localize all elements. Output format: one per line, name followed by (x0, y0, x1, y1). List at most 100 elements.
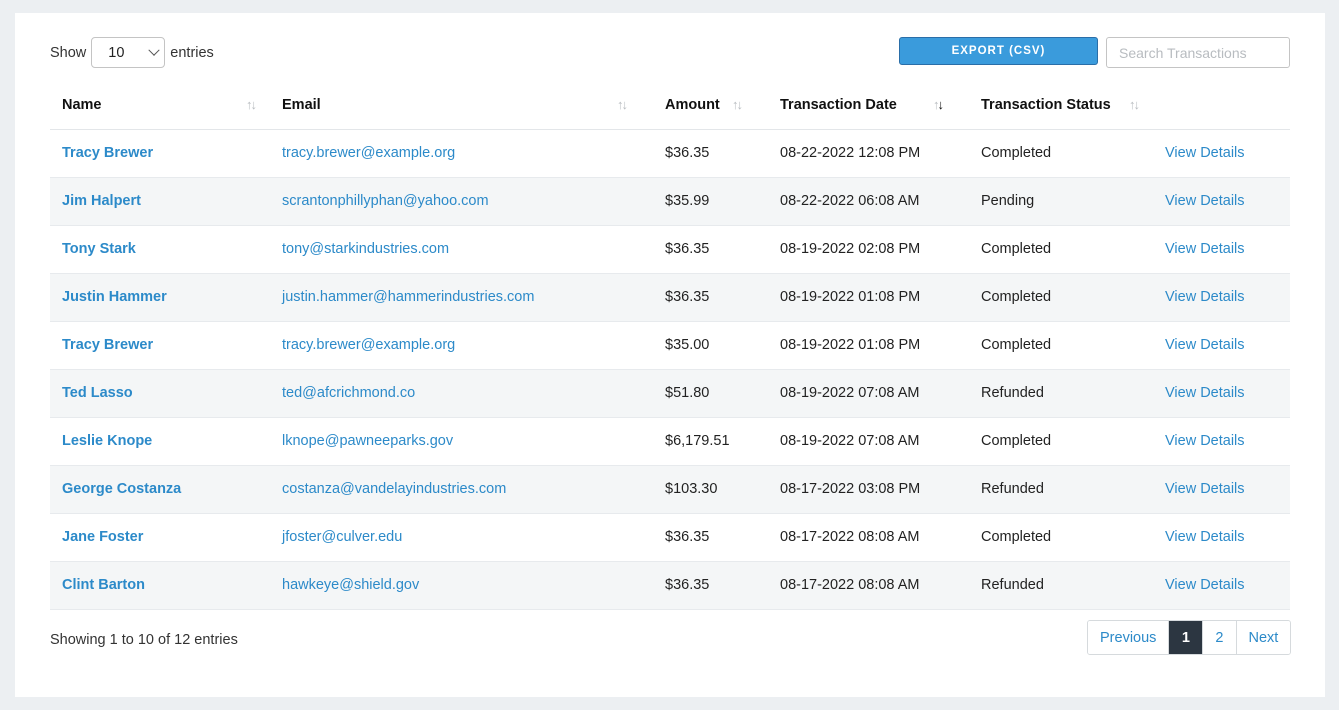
view-details-cell: View Details (1153, 129, 1290, 178)
email-link[interactable]: lknope@pawneeparks.gov (282, 433, 453, 449)
email-link[interactable]: ted@afcrichmond.co (282, 385, 415, 401)
view-details-cell: View Details (1153, 465, 1290, 514)
pagination-page-1[interactable]: 1 (1168, 621, 1203, 654)
name-link[interactable]: Tracy Brewer (62, 337, 153, 353)
search-transactions-input[interactable] (1106, 37, 1290, 68)
name-link[interactable]: Tracy Brewer (62, 145, 153, 161)
table-header-row: Name ↑↓ Email ↑↓ Amount ↑↓ Transaction D… (50, 82, 1290, 130)
view-details-cell: View Details (1153, 273, 1290, 322)
transaction-date-cell: 08-19-2022 07:08 AM (768, 417, 969, 466)
transaction-status-cell: Refunded (981, 385, 1044, 401)
transaction-status-cell: Completed (969, 417, 1153, 466)
email-link[interactable]: tracy.brewer@example.org (282, 145, 455, 161)
transaction-status-cell: Refunded (969, 369, 1153, 418)
entries-label: entries (170, 44, 214, 61)
amount-cell: $35.99 (653, 177, 768, 226)
name-link[interactable]: Ted Lasso (62, 385, 133, 401)
email-link[interactable]: tracy.brewer@example.org (282, 337, 455, 353)
amount-cell: $36.35 (665, 529, 710, 545)
name-cell: Tony Stark (50, 225, 270, 274)
view-details-link[interactable]: View Details (1165, 337, 1245, 353)
transaction-status-cell: Completed (981, 289, 1052, 305)
transaction-date-cell: 08-22-2022 12:08 PM (768, 129, 969, 178)
view-details-link[interactable]: View Details (1165, 241, 1245, 257)
name-cell: George Costanza (50, 465, 270, 514)
view-details-link[interactable]: View Details (1165, 145, 1245, 161)
email-link[interactable]: jfoster@culver.edu (282, 529, 402, 545)
amount-cell: $36.35 (653, 225, 768, 274)
view-details-cell: View Details (1153, 417, 1290, 466)
table-row: Tracy Brewer tracy.brewer@example.org $35.… (50, 321, 1290, 370)
view-details-link[interactable]: View Details (1165, 529, 1245, 545)
email-cell: tracy.brewer@example.org (270, 129, 653, 178)
name-link[interactable]: Clint Barton (62, 577, 145, 593)
amount-cell: $36.35 (665, 145, 710, 161)
table-row: Justin Hammer justin.hammer@hammerindustr… (50, 273, 1290, 322)
amount-cell: $51.80 (653, 369, 768, 418)
name-link[interactable]: Leslie Knope (62, 433, 152, 449)
transaction-date-cell: 08-19-2022 02:08 PM (768, 225, 969, 274)
name-link[interactable]: Jim Halpert (62, 193, 141, 209)
name-cell: Tracy Brewer (50, 129, 270, 178)
amount-cell: $35.00 (653, 321, 768, 370)
amount-cell: $35.00 (665, 337, 710, 353)
transaction-status-cell: Refunded (969, 561, 1153, 610)
pagination-next[interactable]: Next (1235, 621, 1291, 654)
name-link[interactable]: George Costanza (62, 481, 181, 497)
name-link[interactable]: Tony Stark (62, 241, 136, 257)
email-cell: tracy.brewer@example.org (270, 321, 653, 370)
view-details-link[interactable]: View Details (1165, 289, 1245, 305)
name-link[interactable]: Justin Hammer (62, 289, 167, 305)
column-header-email[interactable]: Email ↑↓ (270, 82, 653, 130)
table-row: Tracy Brewer tracy.brewer@example.org $36.… (50, 129, 1290, 178)
view-details-link[interactable]: View Details (1165, 433, 1245, 449)
view-details-link[interactable]: View Details (1165, 385, 1245, 401)
view-details-link[interactable]: View Details (1165, 193, 1245, 209)
table-info: Showing 1 to 10 of 12 entries (50, 632, 238, 648)
name-cell: Clint Barton (50, 561, 270, 610)
email-cell: hawkeye@shield.gov (270, 561, 653, 610)
transaction-date-cell: 08-19-2022 01:08 PM (768, 273, 969, 322)
email-link[interactable]: costanza@vandelayindustries.com (282, 481, 506, 497)
export-csv-button[interactable]: EXPORT (CSV) (899, 37, 1098, 65)
pagination-previous[interactable]: Previous (1088, 621, 1169, 654)
column-header-actions (1153, 82, 1290, 130)
amount-cell: $35.99 (665, 193, 710, 209)
transaction-status-cell: Pending (981, 193, 1035, 209)
transaction-status-cell: Completed (981, 337, 1052, 353)
column-header-amount[interactable]: Amount ↑↓ (653, 82, 768, 130)
column-header-transaction-status[interactable]: Transaction Status ↑↓ (969, 82, 1153, 130)
email-link[interactable]: tony@starkindustries.com (282, 241, 449, 257)
transaction-date-cell: 08-19-2022 01:08 PM (780, 289, 921, 305)
amount-cell: $51.80 (665, 385, 710, 401)
entries-select-value: 10 (108, 44, 125, 61)
table-row: Ted Lasso ted@afcrichmond.co $51.80 08-19-2… (50, 369, 1290, 418)
view-details-cell: View Details (1153, 561, 1290, 610)
column-header-name[interactable]: Name ↑↓ (50, 82, 270, 130)
view-details-cell: View Details (1153, 177, 1290, 226)
email-cell: tony@starkindustries.com (270, 225, 653, 274)
table-row: Jane Foster jfoster@culver.edu $36.35 08-17… (50, 513, 1290, 562)
transaction-date-cell: 08-17-2022 03:08 PM (768, 465, 969, 514)
view-details-link[interactable]: View Details (1165, 577, 1245, 593)
sort-icon: ↑↓ (246, 97, 257, 112)
entries-length-control: Show 10 entries (50, 37, 214, 68)
name-link[interactable]: Jane Foster (62, 529, 143, 545)
column-header-transaction-date[interactable]: Transaction Date ↑↓ (768, 82, 969, 130)
transaction-status-cell: Completed (981, 529, 1052, 545)
email-link[interactable]: justin.hammer@hammerindustries.com (282, 289, 534, 305)
name-cell: Justin Hammer (50, 273, 270, 322)
name-cell: Jim Halpert (50, 177, 270, 226)
email-link[interactable]: hawkeye@shield.gov (282, 577, 419, 593)
table-row: Tony Stark tony@starkindustries.com $36.35… (50, 225, 1290, 274)
entries-select[interactable]: 10 (91, 37, 166, 68)
transaction-date-cell: 08-17-2022 03:08 PM (780, 481, 921, 497)
pagination-page-2[interactable]: 2 (1202, 621, 1236, 654)
view-details-link[interactable]: View Details (1165, 481, 1245, 497)
transaction-status-cell: Refunded (981, 577, 1044, 593)
email-link[interactable]: scrantonphillyphan@yahoo.com (282, 193, 489, 209)
table-row: Leslie Knope lknope@pawneeparks.gov $6,179… (50, 417, 1290, 466)
transaction-date-cell: 08-22-2022 06:08 AM (780, 193, 920, 209)
transactions-panel: Show 10 entries EXPORT (CSV) Name ↑↓ Ema… (15, 13, 1325, 697)
transaction-date-cell: 08-19-2022 01:08 PM (780, 337, 921, 353)
